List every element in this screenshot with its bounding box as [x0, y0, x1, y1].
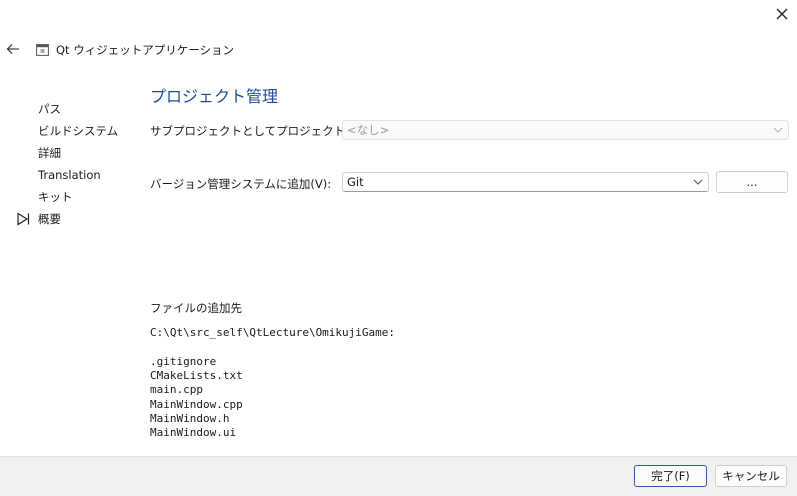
file-item: .gitignore — [150, 355, 217, 368]
cancel-label: キャンセル — [722, 469, 780, 483]
dialog-footer: 完了(F) キャンセル — [0, 456, 797, 496]
step-details: 詳細 — [16, 142, 136, 164]
file-item: main.cpp — [150, 383, 203, 397]
back-button[interactable] — [4, 40, 22, 58]
back-arrow-icon — [6, 44, 19, 54]
vcs-label: バージョン管理システムに追加(V): — [150, 177, 332, 191]
vcs-configure-button[interactable]: ... — [716, 171, 788, 193]
step-label: ビルドシステム — [38, 124, 119, 138]
wizard-steps: パス ビルドシステム 詳細 Translation キット 概要 — [16, 98, 136, 230]
file-item: CMakeLists.txt — [150, 369, 243, 383]
step-translation: Translation — [16, 164, 136, 186]
page-title: プロジェクト管理 — [150, 87, 279, 106]
subproject-combobox[interactable]: <なし> — [342, 120, 789, 140]
finish-button[interactable]: 完了(F) — [634, 465, 707, 487]
summary-heading: ファイルの追加先 — [150, 301, 242, 315]
window-title: Qt ウィジェットアプリケーション — [56, 43, 234, 57]
step-label: 概要 — [38, 212, 61, 226]
step-label: 詳細 — [38, 146, 61, 160]
finish-label: 完了(F) — [651, 469, 690, 483]
step-path: パス — [16, 98, 136, 120]
vcs-value: Git — [347, 175, 364, 189]
chevron-down-icon — [693, 179, 703, 185]
wizard-header: Qt ウィジェットアプリケーション — [0, 38, 797, 62]
step-label: パス — [38, 102, 61, 116]
app-icon — [36, 44, 49, 56]
target-directory: C:\Qt\src_self\QtLecture\OmikujiGame: — [150, 326, 396, 339]
step-build-system: ビルドシステム — [16, 120, 136, 142]
file-item: MainWindow.h — [150, 411, 230, 425]
file-item: MainWindow.cpp — [150, 397, 243, 411]
cancel-button[interactable]: キャンセル — [715, 465, 787, 487]
step-label: キット — [38, 190, 73, 204]
step-label: Translation — [38, 168, 101, 182]
subproject-value: <なし> — [347, 123, 390, 137]
current-step-icon — [17, 212, 30, 226]
vcs-combobox[interactable]: Git — [342, 172, 709, 192]
chevron-down-icon — [773, 127, 783, 133]
step-kits: キット — [16, 186, 136, 208]
vcs-configure-label: ... — [746, 175, 758, 189]
file-item: MainWindow.ui — [150, 425, 237, 439]
close-icon — [776, 8, 788, 20]
file-list: .gitignore CMakeLists.txt main.cpp MainW… — [150, 355, 243, 440]
step-summary: 概要 — [16, 208, 136, 230]
close-button[interactable] — [768, 2, 796, 26]
